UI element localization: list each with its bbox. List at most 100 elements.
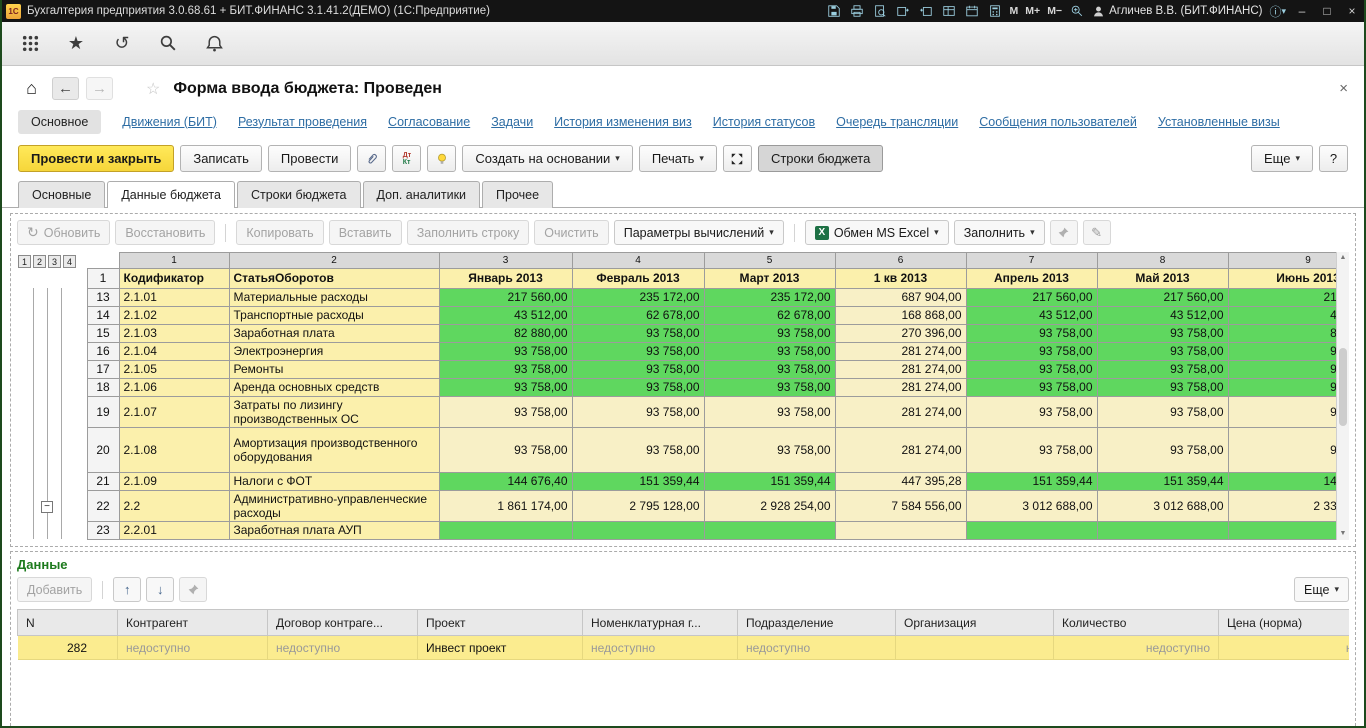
budget-cell-value[interactable]: 144 676,40 (1228, 472, 1349, 490)
budget-cell-code[interactable]: 2.1.09 (119, 472, 229, 490)
sub-tab-4[interactable]: Доп. аналитики (363, 181, 481, 208)
budget-cell-value[interactable]: 93 758,00 (572, 396, 704, 427)
row-number[interactable]: 22 (87, 490, 119, 521)
column-number[interactable]: 4 (572, 253, 704, 269)
data-more-button[interactable]: Еще▾ (1294, 577, 1349, 602)
budget-cell-article[interactable]: Амортизация производственного оборудован… (229, 427, 439, 472)
print-button[interactable]: Печать▾ (639, 145, 717, 172)
data-cell-contract[interactable]: недоступно (268, 636, 418, 660)
nav-link-7[interactable]: Очередь трансляции (836, 115, 958, 129)
group-level-4-button[interactable]: 4 (63, 255, 76, 268)
dt-kt-postings-icon[interactable]: ДтКт (392, 145, 421, 172)
column-number[interactable]: 1 (119, 253, 229, 269)
scroll-thumb[interactable] (1339, 348, 1347, 426)
data-column-quantity[interactable]: Количество (1054, 610, 1219, 636)
row-number[interactable]: 23 (87, 521, 119, 539)
sub-tab-1[interactable]: Основные (18, 181, 105, 208)
nav-link-4[interactable]: Задачи (491, 115, 533, 129)
attachments-paperclip-icon[interactable] (357, 145, 386, 172)
menu-grid-icon[interactable] (18, 32, 42, 56)
budget-cell-value[interactable]: 93 758,00 (572, 342, 704, 360)
budget-cell-value[interactable]: 93 758,00 (439, 396, 572, 427)
budget-cell-value[interactable]: 281 274,00 (835, 378, 966, 396)
budget-cell-article[interactable]: Административно-управленческие расходы (229, 490, 439, 521)
home-icon[interactable]: ⌂ (18, 77, 45, 100)
info-icon[interactable]: ⓘ▾ (1269, 3, 1286, 20)
row-number[interactable]: 15 (87, 324, 119, 342)
budget-cell-code[interactable]: 2.1.01 (119, 288, 229, 306)
budget-cell-article[interactable]: Материальные расходы (229, 288, 439, 306)
data-cell-nomenclature-group[interactable]: недоступно (583, 636, 738, 660)
budget-header-cell[interactable]: Май 2013 (1097, 268, 1228, 288)
nav-link-8[interactable]: Сообщения пользователей (979, 115, 1137, 129)
nav-link-1[interactable]: Движения (БИТ) (122, 115, 217, 129)
memory-m-minus-button[interactable]: M− (1047, 5, 1062, 17)
budget-cell-value[interactable]: 93 758,00 (704, 427, 835, 472)
budget-cell-article[interactable]: Аренда основных средств (229, 378, 439, 396)
nav-tab-main[interactable]: Основное (18, 110, 101, 134)
nav-link-5[interactable]: История изменения виз (554, 115, 692, 129)
sub-tab-2[interactable]: Данные бюджета (107, 181, 235, 208)
pin-icon[interactable] (179, 577, 207, 602)
budget-cell-value[interactable]: 93 758,00 (966, 427, 1097, 472)
budget-cell-value[interactable]: 93 758,00 (572, 324, 704, 342)
collapse-group-button[interactable]: − (41, 501, 53, 513)
budget-cell-value[interactable]: 3 012 688,00 (966, 490, 1097, 521)
budget-cell-value[interactable]: 687 904,00 (835, 288, 966, 306)
budget-cell-value[interactable]: 93 758,00 (572, 378, 704, 396)
budget-cell-value[interactable]: 235 172,00 (704, 288, 835, 306)
refresh-button[interactable]: ↻Обновить (17, 220, 110, 245)
column-number[interactable]: 6 (835, 253, 966, 269)
budget-cell-value[interactable]: 93 758,00 (439, 427, 572, 472)
budget-cell-value[interactable]: 2 795 128,00 (572, 490, 704, 521)
print-icon[interactable] (849, 3, 865, 19)
budget-cell-value[interactable]: 1 861 174,00 (439, 490, 572, 521)
row-number[interactable]: 13 (87, 288, 119, 306)
budget-cell-value[interactable]: 93 758,00 (439, 342, 572, 360)
row-number[interactable]: 21 (87, 472, 119, 490)
budget-cell-value[interactable]: 93 758,00 (1097, 396, 1228, 427)
post-button[interactable]: Провести (268, 145, 352, 172)
group-level-3-button[interactable]: 3 (48, 255, 61, 268)
budget-cell-value[interactable]: 93 758,00 (966, 360, 1097, 378)
row-number[interactable]: 16 (87, 342, 119, 360)
budget-cell-value[interactable]: 93 758,00 (966, 396, 1097, 427)
budget-cell-value[interactable]: 93 758,00 (1228, 396, 1349, 427)
budget-cell-value[interactable]: 62 678,00 (572, 306, 704, 324)
nav-link-2[interactable]: Результат проведения (238, 115, 367, 129)
favorites-icon[interactable]: ★ (64, 32, 88, 56)
budget-cell-value[interactable]: 281 274,00 (835, 427, 966, 472)
budget-cell-value[interactable]: 270 396,00 (835, 324, 966, 342)
nav-link-3[interactable]: Согласование (388, 115, 470, 129)
budget-cell-article[interactable]: Ремонты (229, 360, 439, 378)
budget-cell-value[interactable]: 43 512,00 (1097, 306, 1228, 324)
back-button[interactable]: ← (52, 77, 79, 100)
budget-cell-code[interactable]: 2.1.03 (119, 324, 229, 342)
budget-cell-code[interactable]: 2.1.06 (119, 378, 229, 396)
budget-cell-code[interactable]: 2.1.04 (119, 342, 229, 360)
column-number[interactable]: 5 (704, 253, 835, 269)
row-number[interactable]: 18 (87, 378, 119, 396)
row-number[interactable]: 14 (87, 306, 119, 324)
post-and-close-button[interactable]: Провести и закрыть (18, 145, 174, 172)
budget-header-cell[interactable]: Июнь 2013 (1228, 268, 1349, 288)
budget-cell-value[interactable]: 43 512,00 (1228, 306, 1349, 324)
budget-cell-article[interactable]: Заработная плата АУП (229, 521, 439, 539)
budget-cell-value[interactable]: 151 359,44 (966, 472, 1097, 490)
row-number[interactable]: 20 (87, 427, 119, 472)
budget-cell-value[interactable]: 7 584 556,00 (835, 490, 966, 521)
data-cell-organization[interactable] (896, 636, 1054, 660)
budget-cell-value[interactable]: 93 758,00 (1097, 427, 1228, 472)
data-column-project[interactable]: Проект (418, 610, 583, 636)
budget-cell-value[interactable]: 93 758,00 (704, 324, 835, 342)
column-number[interactable]: 2 (229, 253, 439, 269)
budget-cell-code[interactable]: 2.1.05 (119, 360, 229, 378)
budget-cell-value[interactable]: 281 274,00 (835, 360, 966, 378)
budget-cell-value[interactable]: 168 868,00 (835, 306, 966, 324)
send-icon[interactable] (895, 3, 911, 19)
budget-cell-article[interactable]: Электроэнергия (229, 342, 439, 360)
budget-cell-value[interactable]: 93 758,00 (572, 360, 704, 378)
budget-cell-value[interactable]: 93 758,00 (1097, 324, 1228, 342)
forward-button[interactable]: → (86, 77, 113, 100)
edit-pencil-icon[interactable]: ✎ (1083, 220, 1111, 245)
